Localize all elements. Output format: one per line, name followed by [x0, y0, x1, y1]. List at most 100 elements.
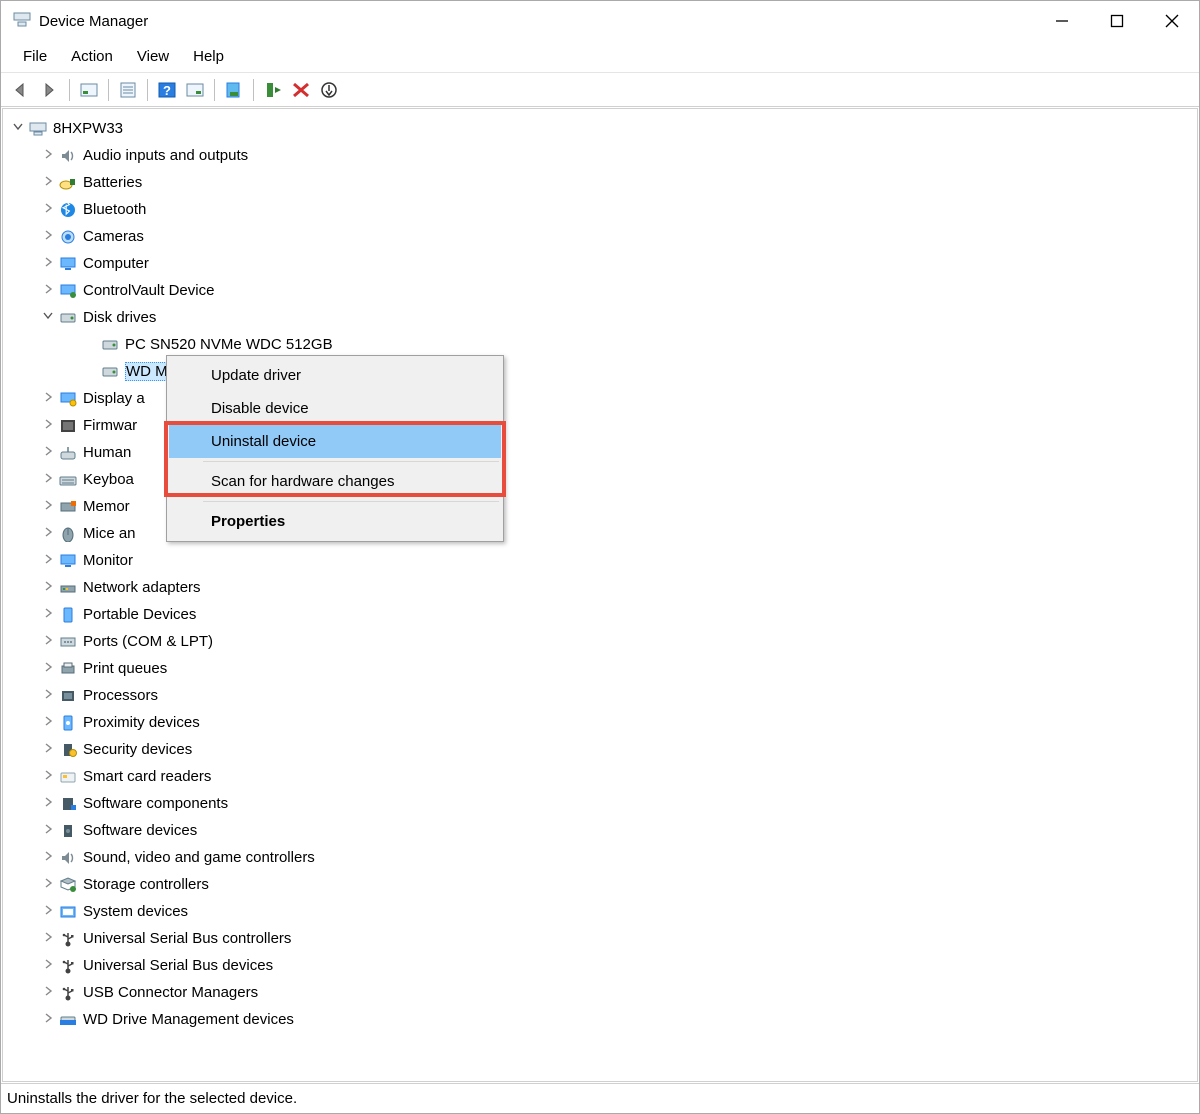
menu-file[interactable]: File	[11, 44, 59, 69]
tree-category-label: ControlVault Device	[83, 282, 214, 299]
tree-category[interactable]: Universal Serial Bus controllers	[3, 925, 1197, 952]
tree-category[interactable]: Bluetooth	[3, 196, 1197, 223]
expander-icon[interactable]	[39, 1013, 57, 1026]
swcomp-icon	[57, 794, 79, 814]
expander-icon[interactable]	[39, 851, 57, 864]
expander-icon[interactable]	[39, 419, 57, 432]
tree-category[interactable]: Cameras	[3, 223, 1197, 250]
expander-icon[interactable]	[39, 635, 57, 648]
context-menu-item[interactable]: Uninstall device	[169, 425, 501, 458]
tree-category[interactable]: Security devices	[3, 736, 1197, 763]
expander-icon[interactable]	[39, 878, 57, 891]
tree-category[interactable]: Sound, video and game controllers	[3, 844, 1197, 871]
expander-icon[interactable]	[39, 149, 57, 162]
disk-icon	[99, 335, 121, 355]
help-button[interactable]: ?	[154, 77, 180, 103]
tree-category[interactable]: Universal Serial Bus devices	[3, 952, 1197, 979]
expander-icon[interactable]	[39, 203, 57, 216]
tree-category[interactable]: Ports (COM & LPT)	[3, 628, 1197, 655]
tree-category[interactable]: Software components	[3, 790, 1197, 817]
expander-icon[interactable]	[39, 176, 57, 189]
expander-icon[interactable]	[39, 581, 57, 594]
maximize-button[interactable]	[1089, 1, 1144, 41]
tree-category[interactable]: Portable Devices	[3, 601, 1197, 628]
uninstall-device-button[interactable]	[288, 77, 314, 103]
expander-icon[interactable]	[39, 446, 57, 459]
expander-icon[interactable]	[39, 986, 57, 999]
scan-button[interactable]	[182, 77, 208, 103]
context-menu-item[interactable]: Scan for hardware changes	[169, 465, 501, 498]
statusbar: Uninstalls the driver for the selected d…	[1, 1083, 1199, 1113]
menu-action[interactable]: Action	[59, 44, 125, 69]
minimize-button[interactable]	[1034, 1, 1089, 41]
storage-icon	[57, 875, 79, 895]
memory-icon	[57, 497, 79, 517]
tree-category[interactable]: WD Drive Management devices	[3, 1006, 1197, 1033]
expander-icon[interactable]	[39, 932, 57, 945]
expander-icon[interactable]	[9, 122, 27, 135]
expander-icon[interactable]	[39, 500, 57, 513]
tree-category[interactable]: Proximity devices	[3, 709, 1197, 736]
show-hidden-button[interactable]	[76, 77, 102, 103]
update-driver-button[interactable]	[221, 77, 247, 103]
back-button[interactable]	[9, 77, 35, 103]
tree-root[interactable]: 8HXPW33	[3, 115, 1197, 142]
context-menu-separator	[203, 501, 499, 502]
expander-icon[interactable]	[39, 284, 57, 297]
tree-root-label: 8HXPW33	[53, 120, 123, 137]
tree-category-label: Firmwar	[83, 417, 137, 434]
forward-button[interactable]	[37, 77, 63, 103]
properties-button[interactable]	[115, 77, 141, 103]
tree-category[interactable]: Computer	[3, 250, 1197, 277]
tree-category-label: Software devices	[83, 822, 197, 839]
expander-icon[interactable]	[39, 905, 57, 918]
tree-device[interactable]: PC SN520 NVMe WDC 512GB	[3, 331, 1197, 358]
tree-category[interactable]: USB Connector Managers	[3, 979, 1197, 1006]
expander-icon[interactable]	[39, 392, 57, 405]
tree-category[interactable]: Print queues	[3, 655, 1197, 682]
expander-icon[interactable]	[39, 689, 57, 702]
battery-icon	[57, 173, 79, 193]
expander-icon[interactable]	[39, 662, 57, 675]
expander-icon[interactable]	[39, 959, 57, 972]
menu-help[interactable]: Help	[181, 44, 236, 69]
tree-category[interactable]: Storage controllers	[3, 871, 1197, 898]
tree-category[interactable]: System devices	[3, 898, 1197, 925]
expander-icon[interactable]	[39, 716, 57, 729]
tree-category[interactable]: Disk drives	[3, 304, 1197, 331]
expander-icon[interactable]	[39, 824, 57, 837]
expander-icon[interactable]	[39, 473, 57, 486]
context-menu-item[interactable]: Disable device	[169, 392, 501, 425]
menu-view[interactable]: View	[125, 44, 181, 69]
menubar: File Action View Help	[1, 41, 1199, 73]
context-menu-item[interactable]: Update driver	[169, 359, 501, 392]
disable-device-button[interactable]	[316, 77, 342, 103]
tree-category-label: WD Drive Management devices	[83, 1011, 294, 1028]
tree-category[interactable]: Software devices	[3, 817, 1197, 844]
tree-category[interactable]: Network adapters	[3, 574, 1197, 601]
tree-category-label: Ports (COM & LPT)	[83, 633, 213, 650]
expander-icon[interactable]	[39, 257, 57, 270]
smartcard-icon	[57, 767, 79, 787]
expander-icon[interactable]	[39, 554, 57, 567]
computer-icon	[57, 254, 79, 274]
tree-category[interactable]: Processors	[3, 682, 1197, 709]
hid-icon	[57, 443, 79, 463]
expander-icon[interactable]	[39, 770, 57, 783]
expander-icon[interactable]	[39, 797, 57, 810]
tree-category[interactable]: Smart card readers	[3, 763, 1197, 790]
device-tree[interactable]: 8HXPW33 Audio inputs and outputsBatterie…	[2, 108, 1198, 1082]
expander-icon[interactable]	[39, 230, 57, 243]
tree-category[interactable]: Monitor	[3, 547, 1197, 574]
close-button[interactable]	[1144, 1, 1199, 41]
tree-device-label: PC SN520 NVMe WDC 512GB	[125, 336, 333, 353]
expander-icon[interactable]	[39, 743, 57, 756]
expander-icon[interactable]	[39, 608, 57, 621]
tree-category[interactable]: Batteries	[3, 169, 1197, 196]
expander-icon[interactable]	[39, 311, 57, 324]
tree-category[interactable]: Audio inputs and outputs	[3, 142, 1197, 169]
enable-device-button[interactable]	[260, 77, 286, 103]
tree-category[interactable]: ControlVault Device	[3, 277, 1197, 304]
context-menu-item[interactable]: Properties	[169, 505, 501, 538]
expander-icon[interactable]	[39, 527, 57, 540]
